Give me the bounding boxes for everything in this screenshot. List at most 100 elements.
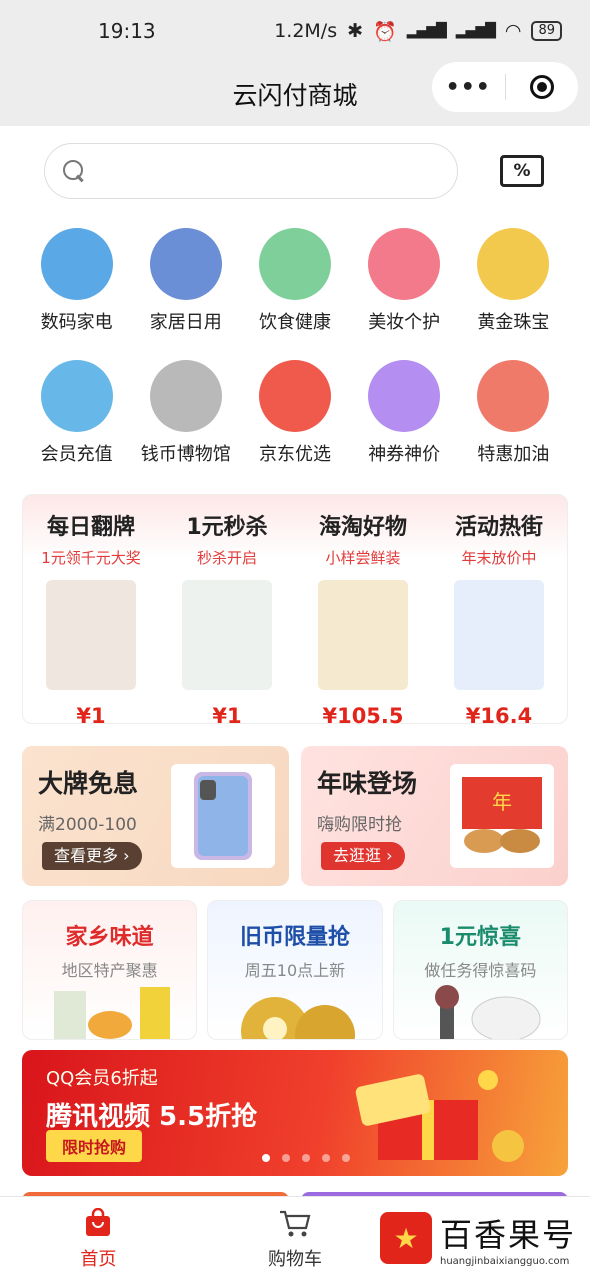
category-item[interactable]: 美妆个护 bbox=[350, 228, 459, 348]
card-subtitle: 地区特产聚惠 bbox=[61, 961, 158, 980]
category-label: 京东优选 bbox=[258, 444, 331, 465]
product-image bbox=[46, 580, 136, 690]
product-image bbox=[454, 580, 544, 690]
promo-subtitle: 秒杀开启 bbox=[196, 549, 257, 567]
category-item[interactable]: 家居日用 bbox=[131, 228, 240, 348]
category-item[interactable]: 京东优选 bbox=[240, 360, 349, 480]
tab-label: 购物车 bbox=[268, 1248, 322, 1270]
promo-subtitle: 小样尝鲜装 bbox=[325, 549, 401, 567]
cart-icon bbox=[278, 1207, 312, 1239]
watermark-name: 百香果号 bbox=[440, 1215, 577, 1254]
product-image bbox=[318, 580, 408, 690]
category-label: 神券神价 bbox=[368, 444, 441, 465]
lipstick-icon bbox=[368, 228, 441, 300]
interest-free-banner[interactable]: 大牌免息 满2000-100 查看更多 › bbox=[22, 746, 289, 886]
wifi-icon: ◠ bbox=[504, 20, 522, 42]
special-cards: 家乡味道 地区特产聚惠 旧币限量抢 周五10点上新 1元惊喜 做任务得惊喜码 bbox=[0, 886, 590, 1040]
view-more-button[interactable]: 查看更多 › bbox=[42, 842, 142, 870]
carousel-dot[interactable] bbox=[302, 1154, 310, 1162]
signal-icon: ▂▄▆█ bbox=[406, 23, 447, 39]
bluetooth-icon: ✱ bbox=[347, 20, 364, 42]
coin-icon bbox=[149, 360, 222, 432]
tab-cart[interactable]: 购物车 bbox=[197, 1197, 394, 1280]
go-shop-button[interactable]: 去逛逛 › bbox=[321, 842, 405, 870]
close-icon bbox=[529, 75, 554, 99]
nav-bar: 云闪付商城 ••• bbox=[0, 62, 590, 126]
svg-text:年: 年 bbox=[492, 790, 512, 814]
snack-gift-image: 年 bbox=[450, 764, 554, 868]
category-item[interactable]: 饮食健康 bbox=[240, 228, 349, 348]
category-item[interactable]: 会员充值 bbox=[22, 360, 131, 480]
search-row: % bbox=[0, 126, 590, 216]
tab-label: 首页 bbox=[80, 1248, 117, 1270]
category-label: 钱币博物馆 bbox=[140, 444, 231, 465]
category-label: 饮食健康 bbox=[258, 312, 331, 333]
card-subtitle: 周五10点上新 bbox=[244, 961, 346, 980]
carousel-dot[interactable] bbox=[262, 1154, 270, 1162]
limited-buy-button[interactable]: 限时抢购 bbox=[46, 1130, 143, 1162]
category-label: 数码家电 bbox=[40, 312, 113, 333]
status-bar: 19:13 1.2M/s ✱ ⏰ ▂▄▆█ ▂▄▆█ ◠ 89 bbox=[0, 0, 590, 62]
category-label: 黄金珠宝 bbox=[477, 312, 550, 333]
promo-item[interactable]: 活动热街 年末放价中 ¥16.4 bbox=[431, 495, 567, 728]
coupon-percent-icon bbox=[368, 360, 441, 432]
category-label: 会员充值 bbox=[40, 444, 113, 465]
promo-subtitle: 1元领千元大奖 bbox=[41, 549, 141, 567]
search-input[interactable] bbox=[95, 160, 395, 182]
membership-icon bbox=[40, 360, 113, 432]
gift-box-image bbox=[355, 1070, 524, 1162]
product-image bbox=[182, 580, 272, 690]
status-icons: 1.2M/s ✱ ⏰ ▂▄▆█ ▂▄▆█ ◠ 89 bbox=[274, 20, 562, 43]
category-item[interactable]: 特惠加油 bbox=[459, 360, 568, 480]
watermark-logo-icon: ★ bbox=[380, 1212, 432, 1264]
promo-title: 每日翻牌 bbox=[46, 515, 135, 540]
category-item[interactable]: 数码家电 bbox=[22, 228, 131, 348]
card-title: 家乡味道 bbox=[65, 925, 154, 950]
old-coins-card[interactable]: 旧币限量抢 周五10点上新 bbox=[207, 900, 383, 1040]
promo-price: ¥16.4 bbox=[465, 704, 533, 728]
alarm-icon: ⏰ bbox=[373, 20, 397, 43]
battery-icon: 89 bbox=[531, 21, 562, 41]
page-title: 云闪付商城 bbox=[232, 81, 358, 110]
page-content: % 数码家电 家居日用 饮食健康 美妆个护 黄金珠宝会员充值 钱币博物馆 京东优选 神券神价 特… bbox=[0, 126, 590, 1218]
signal-icon-2: ▂▄▆█ bbox=[455, 23, 496, 39]
close-button[interactable] bbox=[506, 62, 579, 112]
gold-coins-image bbox=[240, 997, 355, 1039]
miniprogram-capsule: ••• bbox=[432, 62, 578, 112]
category-label: 家居日用 bbox=[149, 312, 222, 333]
network-speed: 1.2M/s bbox=[274, 20, 338, 42]
status-time: 19:13 bbox=[98, 19, 156, 43]
watermark-url: huangjinbaixiangguo.com bbox=[440, 1255, 570, 1267]
promo-item[interactable]: 海淘好物 小样尝鲜装 ¥105.5 bbox=[295, 495, 431, 728]
carousel-dot[interactable] bbox=[282, 1154, 290, 1162]
video-membership-banner[interactable]: QQ会员6折起 腾讯视频 5.5折抢 限时抢购 bbox=[22, 1050, 568, 1176]
category-grid: 数码家电 家居日用 饮食健康 美妆个护 黄金珠宝会员充值 钱币博物馆 京东优选 神券神价 特惠加… bbox=[0, 216, 590, 480]
promo-title: 1元秒杀 bbox=[186, 515, 268, 540]
one-yuan-surprise-card[interactable]: 1元惊喜 做任务得惊喜码 bbox=[392, 900, 568, 1040]
more-icon: ••• bbox=[445, 74, 491, 100]
category-item[interactable]: 黄金珠宝 bbox=[459, 228, 568, 348]
hometown-flavor-card[interactable]: 家乡味道 地区特产聚惠 bbox=[22, 900, 198, 1040]
jd-dog-icon bbox=[258, 360, 331, 432]
category-item[interactable]: 神券神价 bbox=[350, 360, 459, 480]
card-subtitle: 做任务得惊喜码 bbox=[424, 961, 537, 980]
phone-image bbox=[171, 764, 275, 868]
promo-item[interactable]: 每日翻牌 1元领千元大奖 ¥1 bbox=[23, 495, 159, 728]
category-item[interactable]: 钱币博物馆 bbox=[131, 360, 240, 480]
promo-title: 海淘好物 bbox=[318, 515, 407, 540]
health-icon bbox=[258, 228, 331, 300]
coupon-icon[interactable]: % bbox=[500, 155, 544, 187]
shopping-bag-icon bbox=[81, 1207, 115, 1239]
carousel-dot[interactable] bbox=[322, 1154, 330, 1162]
search-box[interactable] bbox=[44, 143, 458, 199]
phone-icon bbox=[40, 228, 113, 300]
feature-banners: 大牌免息 满2000-100 查看更多 › 年味登场 嗨购限时抢 去逛逛 › 年 bbox=[0, 724, 590, 886]
card-title: 旧币限量抢 bbox=[239, 925, 350, 950]
category-label: 美妆个护 bbox=[368, 312, 441, 333]
promo-item[interactable]: 1元秒杀 秒杀开启 ¥1 bbox=[159, 495, 295, 728]
appliance-image bbox=[435, 985, 541, 1039]
more-button[interactable]: ••• bbox=[432, 62, 505, 112]
tab-home[interactable]: 首页 bbox=[0, 1197, 197, 1280]
promo-title: 活动热街 bbox=[454, 515, 543, 540]
new-year-banner[interactable]: 年味登场 嗨购限时抢 去逛逛 › 年 bbox=[301, 746, 568, 886]
